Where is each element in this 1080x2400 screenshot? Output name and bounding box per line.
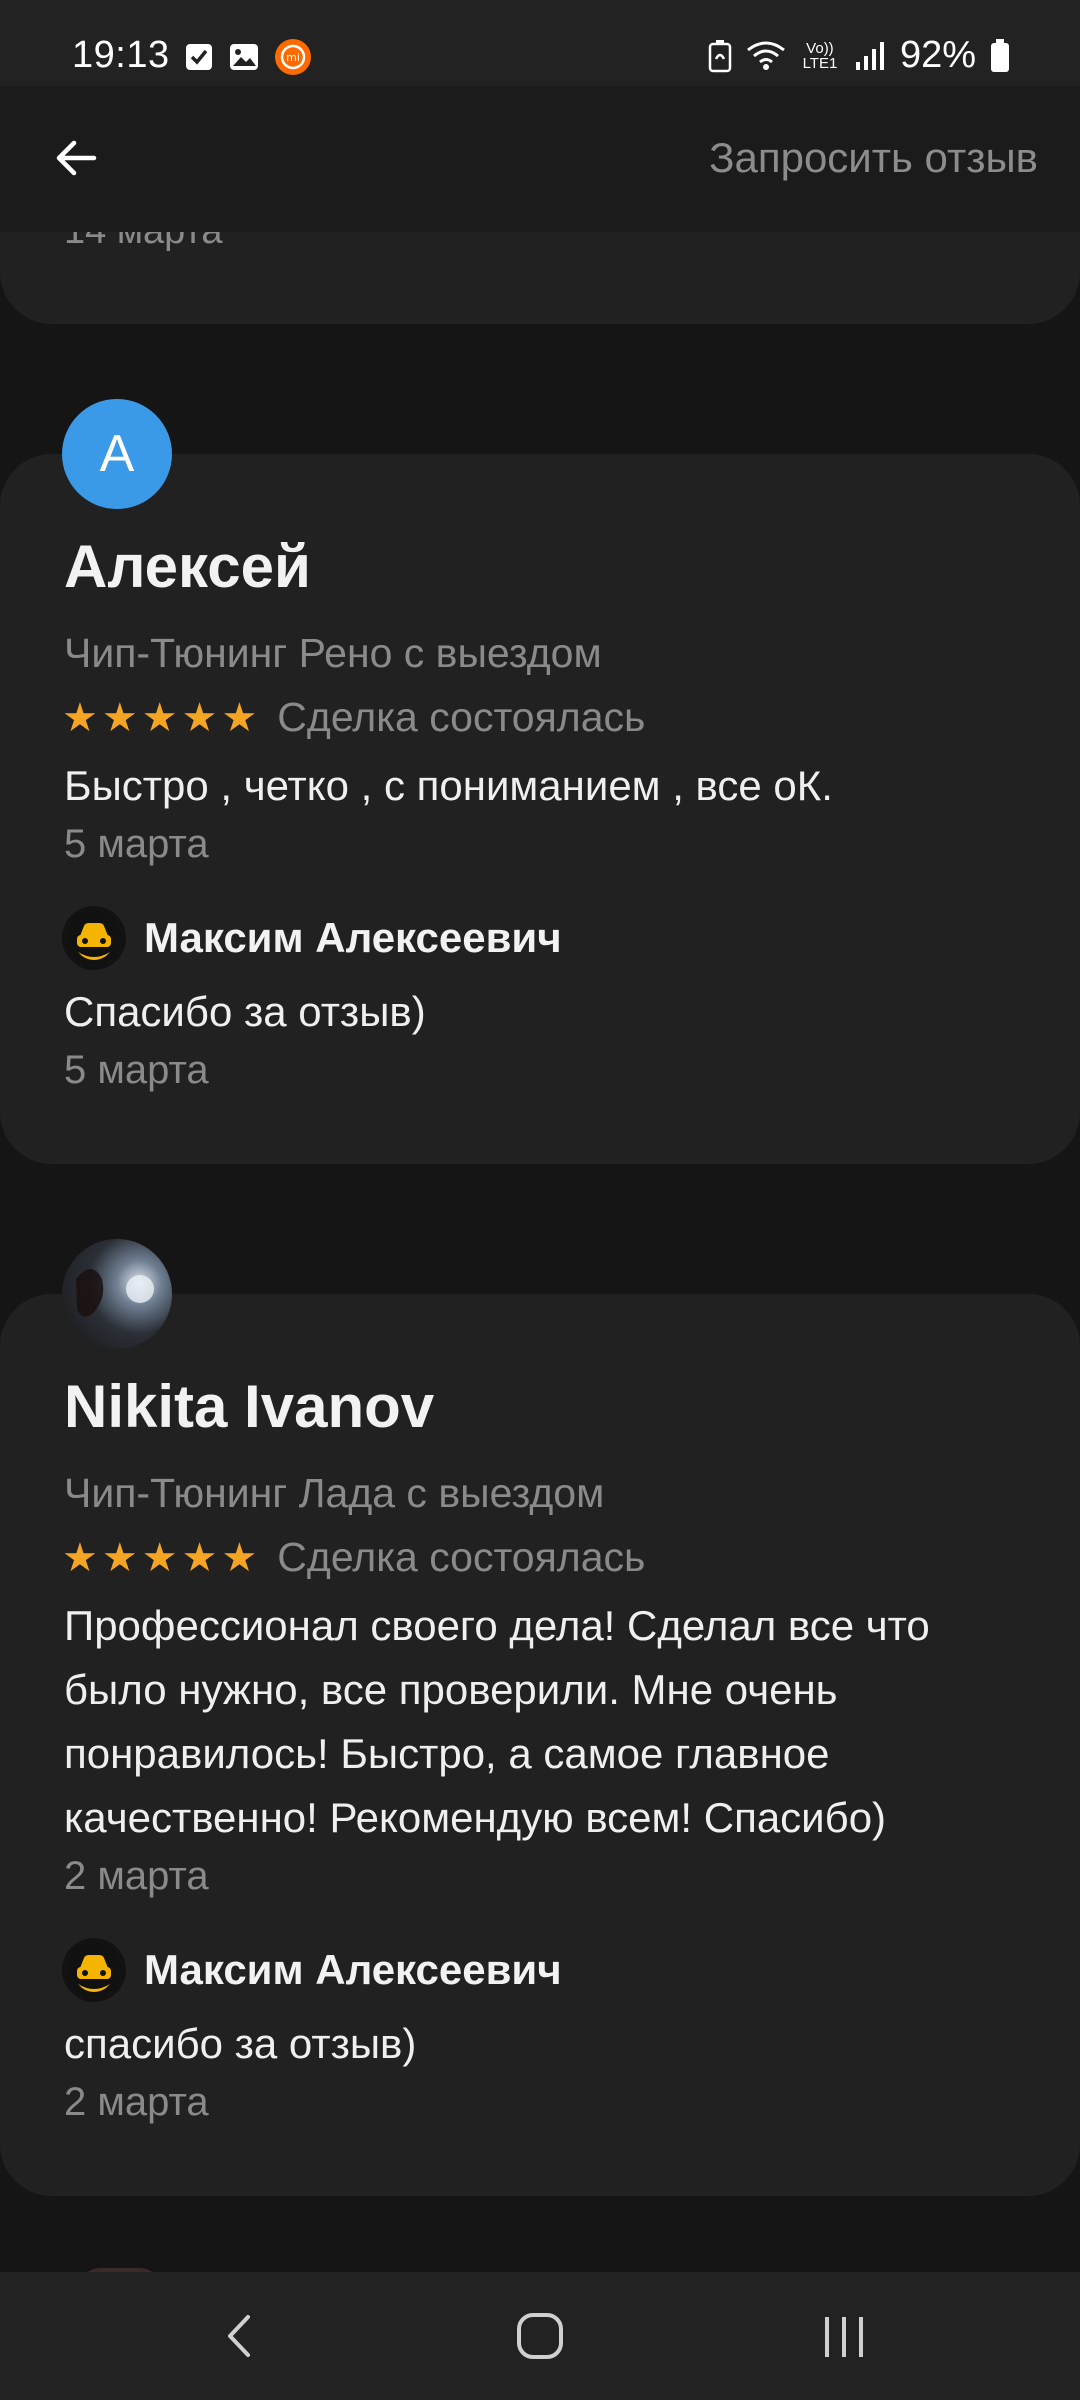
review-date: 5 марта: [64, 822, 209, 866]
recents-icon: [825, 2317, 863, 2357]
review-text: Профессионал своего дела! Сделал все что…: [64, 1602, 930, 1841]
star-icon: ★: [181, 1535, 218, 1580]
avatar-letter: А: [99, 425, 135, 483]
reply-date: 2 марта: [64, 2080, 209, 2124]
status-bar: 19:13 mi Vo)) LTE1 92%: [0, 0, 1080, 86]
star-icon: ★: [221, 1535, 258, 1580]
deal-status: Сделка состоялась: [277, 694, 646, 740]
app-bar: Запросить отзыв: [0, 86, 1080, 232]
star-icon: ★: [141, 695, 178, 740]
status-time: 19:13: [72, 34, 170, 76]
reply-header: Максим Алексеевич: [62, 906, 562, 970]
rating-row: ★ ★ ★ ★ ★ Сделка состоялась: [62, 694, 645, 741]
wifi-icon: [747, 41, 785, 70]
review-service: Чип-Тюнинг Рено с выездом: [64, 630, 602, 676]
reviews-scroll-area[interactable]: 14 марта А Алексей Чип-Тюнинг Рено с вые…: [0, 0, 1080, 2400]
nav-home-button[interactable]: [500, 2296, 580, 2376]
star-icon: ★: [221, 695, 258, 740]
reply-date: 5 марта: [64, 1048, 209, 1092]
reply-author: Максим Алексеевич: [144, 914, 562, 961]
checkbox-notification-icon: [186, 44, 212, 70]
reply-text: Спасибо за отзыв): [64, 988, 426, 1035]
deal-status: Сделка состоялась: [277, 1534, 646, 1580]
star-icon: ★: [141, 1535, 178, 1580]
signal-icon: [855, 41, 884, 70]
star-icon: ★: [101, 1535, 138, 1580]
reply-author: Максим Алексеевич: [144, 1946, 562, 1993]
star-icon: ★: [101, 695, 138, 740]
reply-header: Максим Алексеевич: [62, 1938, 562, 2002]
request-review-button[interactable]: Запросить отзыв: [709, 134, 1038, 182]
notification-icons: mi: [184, 38, 312, 76]
review-service: Чип-Тюнинг Лада с выездом: [64, 1470, 605, 1516]
avatar: А: [62, 399, 172, 509]
battery-percent: 92%: [899, 34, 976, 76]
star-icon: ★: [181, 695, 218, 740]
taxi-icon: [62, 1938, 126, 2002]
avatar: [62, 1239, 172, 1349]
star-icon: ★: [62, 695, 98, 740]
review-text: Быстро , четко , с пониманием , все оК.: [64, 762, 833, 809]
star-rating: ★ ★ ★ ★ ★: [62, 698, 257, 738]
chevron-left-icon: [228, 2315, 250, 2357]
rating-row: ★ ★ ★ ★ ★ Сделка состоялась: [62, 1534, 645, 1581]
gallery-notification-icon: [230, 44, 258, 70]
star-icon: ★: [62, 1535, 98, 1580]
battery-icon: [991, 38, 1009, 72]
nav-recents-button[interactable]: [804, 2296, 884, 2376]
system-indicators: Vo)) LTE1 92%: [708, 34, 1010, 77]
reply-text: спасибо за отзыв): [64, 2020, 417, 2067]
battery-saver-icon: [708, 39, 732, 72]
star-rating: ★ ★ ★ ★ ★: [62, 1538, 257, 1578]
arrow-left-icon: [56, 140, 97, 176]
back-button[interactable]: [36, 118, 116, 198]
review-date: 2 марта: [64, 1854, 209, 1898]
network-label: Vo)) LTE1: [802, 39, 838, 72]
svg-text:mi: mi: [286, 51, 300, 64]
review-author: Алексей: [64, 533, 311, 600]
system-navigation-bar: [0, 2272, 1080, 2400]
mi-app-icon: mi: [275, 39, 311, 75]
review-author: Nikita Ivanov: [64, 1373, 435, 1440]
home-icon: [517, 2313, 563, 2359]
nav-back-button[interactable]: [200, 2296, 280, 2376]
taxi-icon: [62, 906, 126, 970]
